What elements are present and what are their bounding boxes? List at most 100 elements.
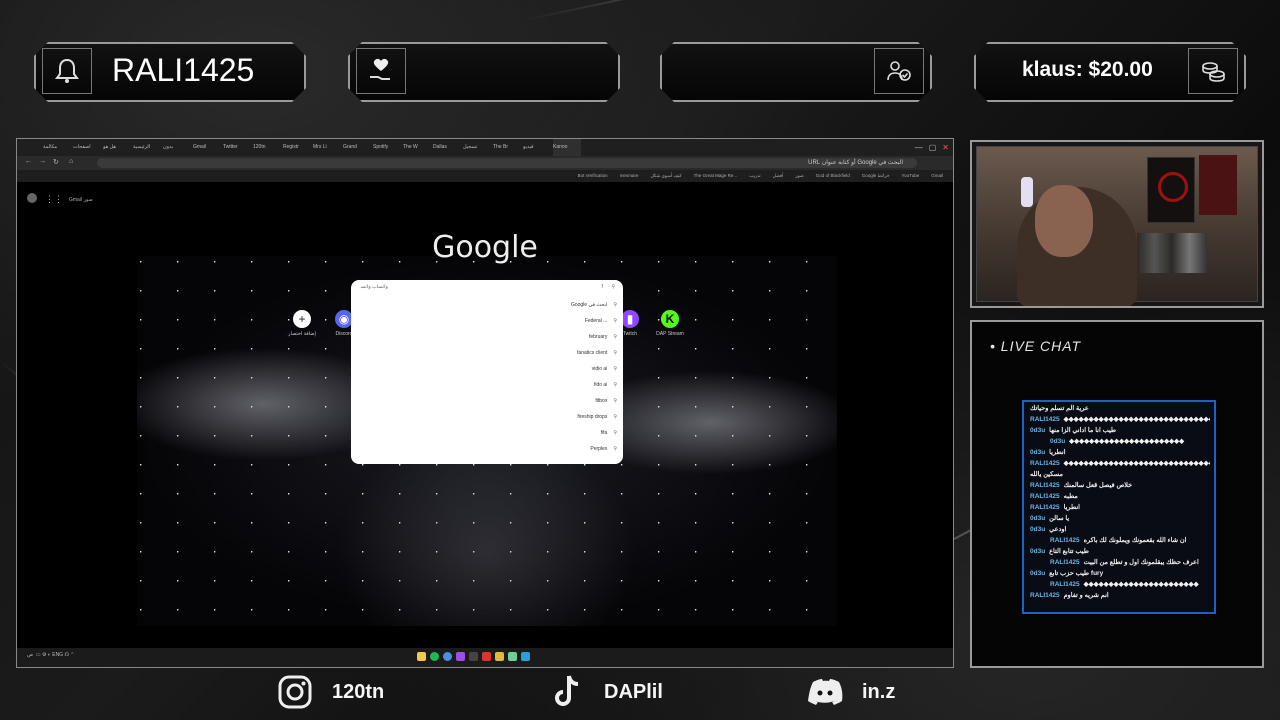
app-icon[interactable] (482, 652, 491, 661)
suggestion-item[interactable]: vidio ai ⚲ (592, 366, 617, 372)
chat-text: ◆◆◆◆◆◆◆◆◆◆◆◆◆◆◆◆◆◆◆◆◆◆◆◆◆◆◆◆◆◆ (1063, 460, 1210, 467)
browser-tab[interactable]: مكالمة (43, 139, 71, 156)
chat-message: RALI1425 ﺍﻧﻢ ﺷﺮﻳﻪ ﻭ ﺗﻔﺎﻭﻡ (1030, 591, 1210, 601)
screen-capture: مكالمة ﺍﺻﻔﺤﺎﺕ ﻫﻞ ﻫﻮ ﺍﻟﺮﺋﻴﺴﻴﺔ ﺑﺪﻭﻥ Gmail Twitte… (16, 138, 954, 668)
suggestion-item[interactable]: fanatics client ⚲ (577, 350, 617, 356)
bookmark-item[interactable]: ﺻﻮﺭ (795, 170, 803, 182)
browser-tab[interactable]: Registr (283, 139, 311, 156)
chat-text: ﻣﻄﺒﻪ (1063, 493, 1078, 500)
chat-username: RALI1425 (1030, 493, 1060, 500)
search-icon: ⚲ (613, 414, 617, 420)
home-icon[interactable]: ⌂ (69, 158, 73, 165)
shortcut-kick[interactable]: K DAP Stream (653, 310, 687, 337)
bookmark-item[interactable]: ﻛﻴﻒ ﺃﺳﻮﻱ ﺷﻜﻞ (650, 170, 681, 182)
chrome-icon[interactable] (443, 652, 452, 661)
chat-message: RALI1425 ◆◆◆◆◆◆◆◆◆◆◆◆◆◆◆◆◆◆◆◆◆◆◆◆◆◆◆◆◆◆ (1030, 415, 1210, 425)
wall-poster (1199, 155, 1237, 215)
bookmark-item[interactable]: Google ﺧﺮﺍﺋﻂ (862, 170, 890, 182)
browser-tab[interactable]: The W (403, 139, 431, 156)
bookmark-item[interactable]: Bot Verification (578, 170, 608, 182)
chat-text: ◆◆◆◆◆◆◆◆◆◆◆◆◆◆◆◆◆◆◆◆◆◆◆◆◆◆◆◆◆◆ (1063, 416, 1210, 423)
browser-tab[interactable]: Kanoo (553, 139, 581, 156)
chat-username: 0d3u (1030, 515, 1046, 522)
suggestion-item[interactable]: Perplex ⚲ (590, 446, 617, 452)
language-indicator[interactable]: ENG (52, 652, 63, 658)
suggestion-text: february (588, 334, 608, 340)
bell-icon (42, 48, 92, 94)
explorer-icon[interactable] (495, 652, 504, 661)
bookmark-item[interactable]: ﺃﻓﻀﻞ (773, 170, 784, 182)
search-input[interactable]: ﻭﺍﺗﺴﺎﺏ ﻭﺍﺗﺴ f ⚲ (357, 284, 617, 294)
shortcut-add[interactable]: + ﺇﺿﺎﻓﺔ ﺍﺧﺘﺼﺎﺭ (285, 310, 319, 337)
close-icon[interactable]: ✕ (942, 139, 949, 156)
browser-tab[interactable]: ﺍﺻﻔﺤﺎﺕ (73, 139, 101, 156)
browser-tab[interactable]: Spotify (373, 139, 401, 156)
back-icon[interactable]: ← (25, 158, 32, 165)
browser-tab[interactable]: Twitter (223, 139, 251, 156)
chat-message: 0d3u ﻃﻴﺐ ﺣﺰﺏ ﺗﺎﺑﻊ fury (1030, 569, 1210, 579)
app-icon[interactable] (508, 652, 517, 661)
chat-message: RALI1425 ◆◆◆◆◆◆◆◆◆◆◆◆◆◆◆◆◆◆◆◆◆◆◆◆◆◆◆◆◆◆ (1030, 459, 1210, 469)
webcam-frame (970, 140, 1264, 308)
bookmark-item[interactable]: ﺗﺪﺭﻳﺐ (749, 170, 760, 182)
suggestion-item[interactable]: fitbox ⚲ (595, 398, 617, 404)
suggestion-item[interactable]: Google ﺍﺑﺤﺚ ﻓﻲ ⚲ (571, 302, 617, 308)
browser-tab[interactable]: 120tn (253, 139, 281, 156)
suggestion-text: fitbox (595, 398, 608, 404)
bookmark-item[interactable]: Gmail (931, 170, 943, 182)
instagram-icon (276, 673, 314, 711)
bookmark-item[interactable]: God of Blackfield (816, 170, 850, 182)
chat-text: ﺧﻼﺹ ﻓﻴﺼﻞ ﻗﻌﻞ ﺳﺎﻟﻤﻨﻚ (1063, 482, 1133, 489)
suggestion-item[interactable]: fifa ⚲ (601, 430, 617, 436)
shortcut-label: ﺇﺿﺎﻓﺔ ﺍﺧﺘﺼﺎﺭ (288, 331, 316, 337)
alert-username: RALI1425 (112, 51, 255, 88)
search-icon: ⚲ (613, 350, 617, 356)
support-frame (348, 42, 620, 102)
microphone (1021, 177, 1033, 207)
donation-text: klaus: $20.00 (1022, 58, 1153, 81)
search-suggestions-dropdown: ﻭﺍﺗﺴﺎﺏ ﻭﺍﺗﺴ f ⚲ Google ﺍﺑﺤﺚ ﻓﻲ ⚲ Federal .… (351, 280, 623, 464)
reload-icon[interactable]: ↻ (53, 158, 59, 166)
kick-icon: K (661, 310, 679, 328)
browser-tab[interactable]: ﺗﺴﺠﻴﻞ (463, 139, 491, 156)
apps-grid-icon[interactable]: ⋮⋮ (45, 194, 63, 205)
browser-tab[interactable]: The Br (493, 139, 521, 156)
app-icon[interactable] (469, 652, 478, 661)
forward-icon[interactable]: → (39, 158, 46, 165)
bookmark-item[interactable]: YouTube (902, 170, 920, 182)
browser-tab[interactable]: Mrs Li (313, 139, 341, 156)
browser-tab[interactable]: Dallas (433, 139, 461, 156)
browser-tab[interactable]: ﻫﻞ ﻫﻮ (103, 139, 131, 156)
minimize-icon[interactable]: — (915, 139, 923, 156)
chat-text: ﻃﻴﺐ ﺍﻧﺎ ﻣﺎ ﺍﺩﺍﻧﻲ ﺍﻟﺰﺍ ﻣﻨﻬﺎ (1049, 427, 1117, 434)
chat-username: RALI1425 (1050, 559, 1080, 566)
spotify-icon[interactable] (430, 652, 439, 661)
browser-tab[interactable]: ﺑﺪﻭﻥ (163, 139, 191, 156)
chat-message: RALI1425 ﺍﻧﻄﺮﻳﺎ (1030, 503, 1210, 513)
gmail-link[interactable]: Gmail ﺻﻮﺭ (69, 197, 93, 203)
chat-username: 0d3u (1030, 526, 1046, 533)
chat-message: 0d3u ﺍﻧﻄﺮﻳﺎ (1030, 448, 1210, 458)
suggestion-item[interactable]: fido ai ⚲ (594, 382, 617, 388)
app-icon[interactable] (456, 652, 465, 661)
suggestion-item[interactable]: february ⚲ (589, 334, 617, 340)
search-icon: ⚲ (613, 446, 617, 452)
shortcut-label: Twitch (622, 331, 638, 337)
folder-icon[interactable] (417, 652, 426, 661)
suggestion-item[interactable]: Federal ... ⚲ (585, 318, 617, 324)
maximize-icon[interactable]: ▢ (929, 139, 937, 156)
browser-tab[interactable]: Gmail (193, 139, 221, 156)
suggestion-item[interactable]: fireship drops ⚲ (577, 414, 617, 420)
url-input[interactable]: البحث في Google أو كتابة عنوان URL (97, 158, 917, 168)
chat-username: 0d3u (1030, 449, 1046, 456)
windows-start-icon[interactable] (521, 652, 530, 661)
browser-tab[interactable]: Grand (343, 139, 371, 156)
windows-taskbar: ﺹ ▭ ⚙ ◐ ENG ☊ ⌃ (17, 648, 953, 667)
bookmark-item[interactable]: The Great Mage Re... (694, 170, 738, 182)
chat-text: ﺍﻭﺩﻋﻲ (1049, 526, 1067, 533)
browser-tab[interactable]: ﺍﻟﺮﺋﻴﺴﻴﺔ (133, 139, 161, 156)
avatar[interactable] (27, 193, 37, 203)
chat-text: ﺍﻧﻄﺮﻳﺎ (1049, 449, 1066, 456)
bookmark-item[interactable]: mesmare (620, 170, 639, 182)
browser-tab[interactable]: ﻓﻴﺪﻳﻮ (523, 139, 551, 156)
